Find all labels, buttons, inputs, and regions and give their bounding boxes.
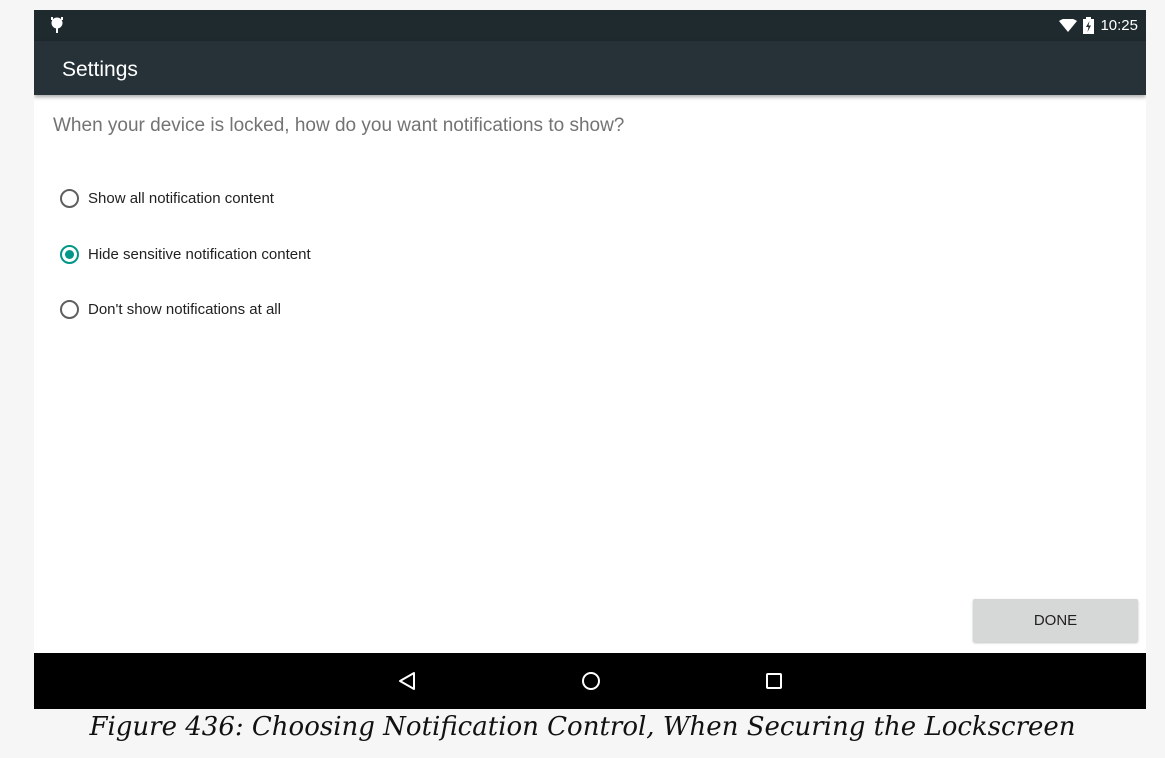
prompt-text: When your device is locked, how do you w…	[53, 115, 625, 136]
navigation-bar	[34, 653, 1146, 709]
radio-show-all[interactable]	[60, 188, 79, 208]
back-icon	[399, 672, 415, 690]
app-bar: Settings	[34, 41, 1146, 95]
battery-icon	[1083, 17, 1095, 34]
radio-hide-sensitive[interactable]	[60, 244, 79, 264]
device-screen: 10:25 Settings When your device is locke…	[34, 10, 1146, 709]
option-label: Hide sensitive notification content	[88, 245, 311, 263]
home-icon	[582, 672, 600, 690]
status-time: 10:25	[1100, 17, 1138, 34]
recents-button[interactable]	[744, 653, 804, 709]
back-button[interactable]	[377, 653, 437, 709]
radio-dont-show[interactable]	[60, 299, 79, 319]
done-button[interactable]: DONE	[973, 599, 1138, 642]
home-button[interactable]	[561, 653, 621, 709]
status-bar: 10:25	[34, 10, 1146, 41]
figure-caption: Figure 436: Choosing Notification Contro…	[89, 712, 1076, 742]
wifi-icon	[1059, 18, 1078, 32]
status-right-group: 10:25	[1059, 10, 1138, 41]
page-title: Settings	[62, 58, 138, 81]
option-label: Show all notification content	[88, 189, 274, 207]
notification-settings-content: When your device is locked, how do you w…	[34, 95, 1146, 653]
option-hide-sensitive[interactable]: Hide sensitive notification content	[60, 239, 311, 269]
option-show-all[interactable]: Show all notification content	[60, 183, 274, 213]
recents-icon	[766, 673, 782, 689]
android-debug-icon	[51, 17, 63, 33]
option-dont-show[interactable]: Don't show notifications at all	[60, 294, 281, 324]
option-label: Don't show notifications at all	[88, 300, 281, 318]
